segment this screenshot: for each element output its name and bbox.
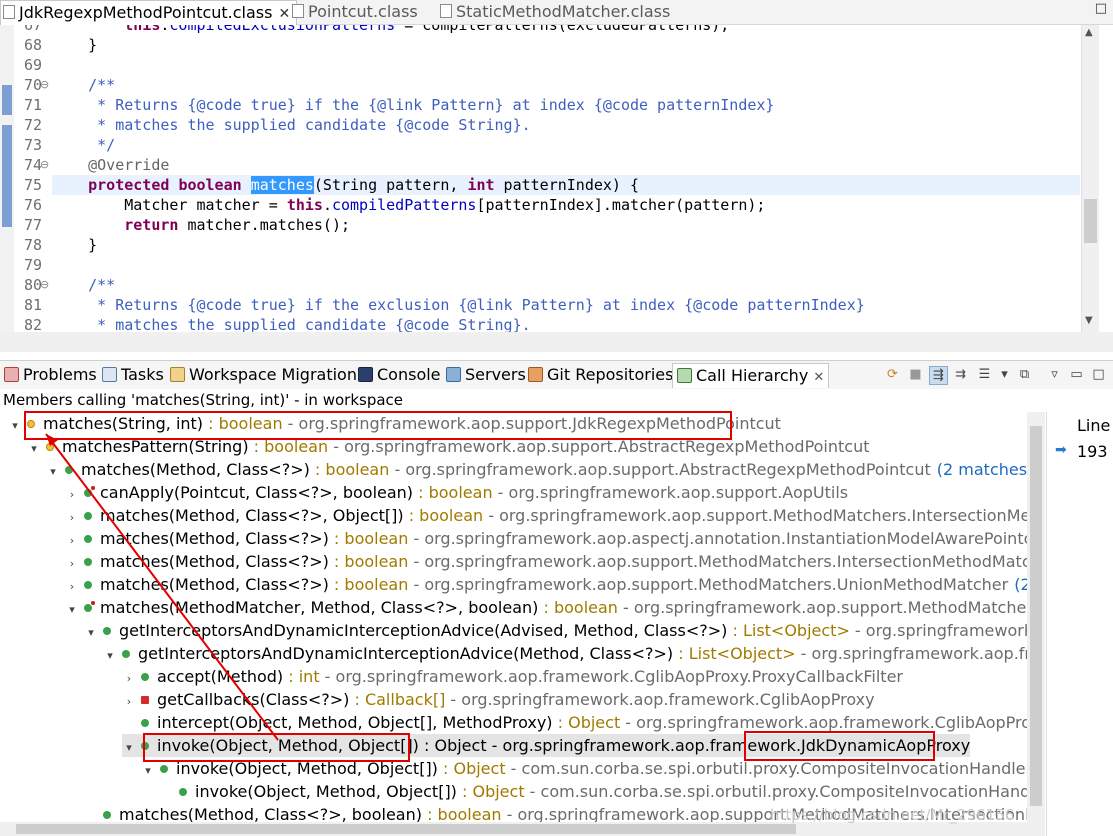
watermark: https://blog.csdn.net/Mr_296156 [770,806,1015,824]
annotation-arrow [45,433,279,741]
